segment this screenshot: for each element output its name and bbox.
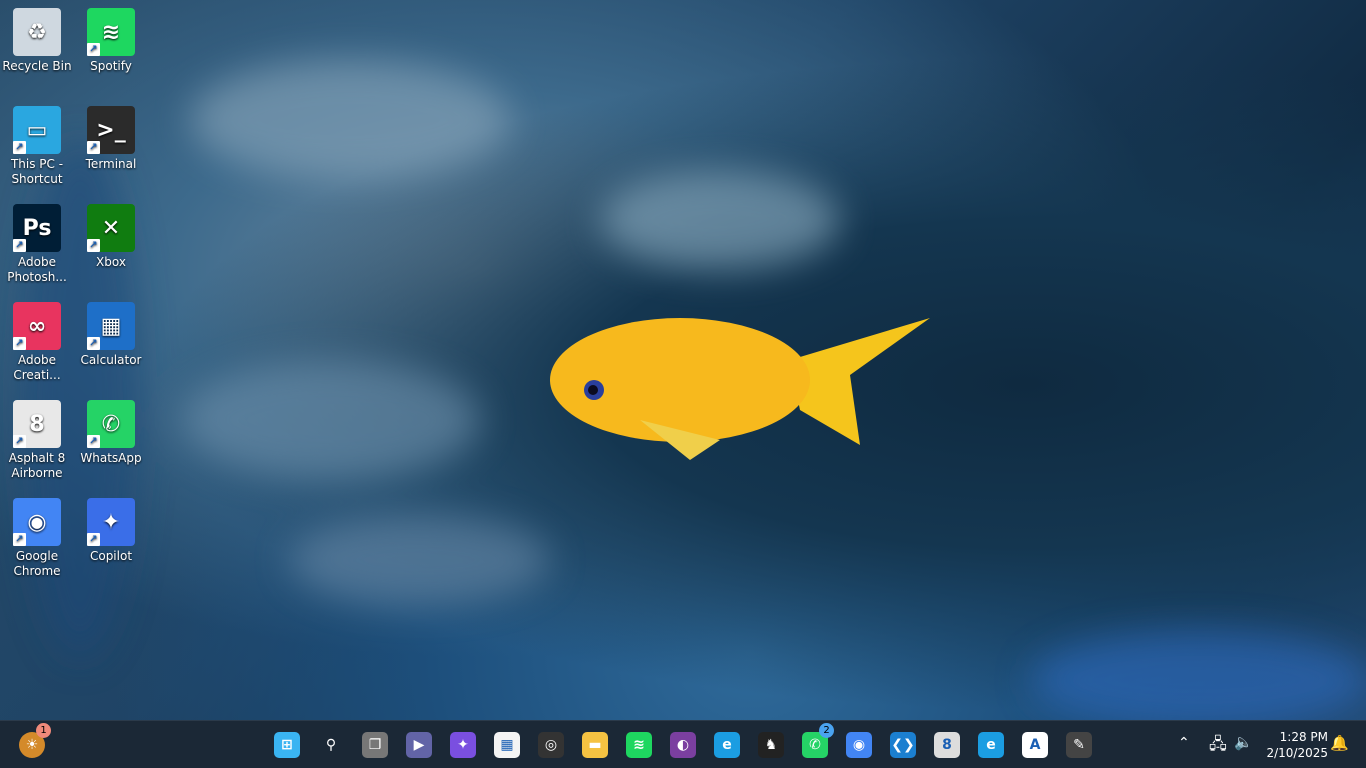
widget-badge: 1 [36,723,51,738]
edge-profile-button[interactable]: e [711,729,743,761]
game-icon: ♞ [758,732,784,758]
desktop-icon-label: Copilot [89,549,133,563]
creative-cloud-icon: ∞ ↗ [13,302,61,350]
start-button[interactable]: ⊞ [271,729,303,761]
clock-date: 2/10/2025 [1266,746,1328,760]
file-explorer-icon: ▬ [582,732,608,758]
chrome-button[interactable]: ◉ [843,729,875,761]
asphalt-button[interactable]: 8 [931,729,963,761]
desktop-icon-label: Adobe Photosh... [7,255,67,284]
desktop-wallpaper [0,0,1366,720]
photoshop-icon: Ps ↗ [13,204,61,252]
desktop-icon-label: Asphalt 8 Airborne [8,451,66,480]
desktop-icon-label: Google Chrome [13,549,61,578]
copilot-icon: ✦ ↗ [87,498,135,546]
search-icon: ⚲ [325,737,337,753]
chrome-icon: ◉ ↗ [13,498,61,546]
desktop-icon[interactable]: ∞ ↗ Adobe Creati... [0,302,74,383]
desktop-icon-label: This PC - Shortcut [10,157,64,186]
desktop-icon-label: Recycle Bin [2,59,72,73]
notification-bell-icon[interactable]: 🔔 [1330,734,1349,752]
shortcut-arrow-icon: ↗ [13,435,26,448]
edge-icon: e [978,732,1004,758]
app-a-icon: A [1022,732,1048,758]
edge-profile-icon: e [714,732,740,758]
microsoft-store-icon: ▦ [494,732,520,758]
spotify-icon: ≋ [626,732,652,758]
shortcut-arrow-icon: ↗ [87,43,100,56]
shortcut-arrow-icon: ↗ [87,533,100,546]
teams-meet-button[interactable]: ▶ [403,729,435,761]
desktop-icon-label: Adobe Creati... [13,353,61,382]
notes-app-button[interactable]: ✎ [1063,729,1095,761]
edge-button[interactable]: e [975,729,1007,761]
desktop-icon-label: Terminal [85,157,137,171]
obs-icon: ◎ [538,732,564,758]
obs-button[interactable]: ◎ [535,729,567,761]
shortcut-arrow-icon: ↗ [87,337,100,350]
desktop-icon[interactable]: ♻ Recycle Bin [0,8,74,74]
clock-time: 1:28 PM [1279,730,1328,744]
github-icon: ◐ [670,732,696,758]
show-hidden-icons-button[interactable]: ⌃ [1178,735,1190,751]
vscode-icon: ❮❯ [890,732,916,758]
shortcut-arrow-icon: ↗ [13,533,26,546]
recycle-bin-icon: ♻ [13,8,61,56]
shortcut-arrow-icon: ↗ [13,141,26,154]
calculator-icon: ▦ ↗ [87,302,135,350]
teams-meet-icon: ▶ [406,732,432,758]
microsoft-store-button[interactable]: ▦ [491,729,523,761]
desktop-icon[interactable]: ▦ ↗ Calculator [74,302,148,368]
chrome-icon: ◉ [846,732,872,758]
desktop-icon[interactable]: ✦ ↗ Copilot [74,498,148,564]
desktop-icon[interactable]: ▭ ↗ This PC - Shortcut [0,106,74,187]
computer-icon: ▭ ↗ [13,106,61,154]
asphalt-icon: 8 [934,732,960,758]
start-icon: ⊞ [274,732,300,758]
clock[interactable]: 1:28 PM 2/10/2025 [1262,729,1328,761]
github-button[interactable]: ◐ [667,729,699,761]
shortcut-arrow-icon: ↗ [13,337,26,350]
copilot-icon: ✦ [450,732,476,758]
task-view-icon: ❐ [362,732,388,758]
game-button[interactable]: ♞ [755,729,787,761]
file-explorer-button[interactable]: ▬ [579,729,611,761]
shortcut-arrow-icon: ↗ [13,239,26,252]
spotify-button[interactable]: ≋ [623,729,655,761]
volume-icon[interactable]: 🔈 [1234,733,1253,751]
shortcut-arrow-icon: ↗ [87,239,100,252]
desktop-icon[interactable]: ≋ ↗ Spotify [74,8,148,74]
app-a-button[interactable]: A [1019,729,1051,761]
desktop-icon[interactable]: ✆ ↗ WhatsApp [74,400,148,466]
shortcut-arrow-icon: ↗ [87,435,100,448]
desktop-icon[interactable]: Ps ↗ Adobe Photosh... [0,204,74,285]
search-button[interactable]: ⚲ [315,729,347,761]
whatsapp-icon: ✆ ↗ [87,400,135,448]
desktop-icon[interactable]: 8 ↗ Asphalt 8 Airborne [0,400,74,481]
taskbar: ☀ 1 ⊞ ⚲ ❐ ▶ ✦ ▦ ◎ ▬ ≋ ◐ e ♞ ✆ 2 ◉ ❮❯ 8 e A ✎ ⌃ 🖧 🔈 1:28 PM … [0,720,1366,768]
notification-badge: 2 [819,723,834,738]
whatsapp-button[interactable]: ✆ 2 [799,723,834,761]
desktop-icon-label: WhatsApp [80,451,142,465]
xbox-icon: ✕ ↗ [87,204,135,252]
spotify-icon: ≋ ↗ [87,8,135,56]
desktop-icon[interactable]: ◉ ↗ Google Chrome [0,498,74,579]
desktop-icon-label: Calculator [80,353,142,367]
notes-app-icon: ✎ [1066,732,1092,758]
desktop-icon[interactable]: ✕ ↗ Xbox [74,204,148,270]
desktop-icon-label: Spotify [90,59,132,73]
task-view-button[interactable]: ❐ [359,729,391,761]
shortcut-arrow-icon: ↗ [87,141,100,154]
desktop-icon[interactable]: >_ ↗ Terminal [74,106,148,172]
vscode-button[interactable]: ❮❯ [887,729,919,761]
widgets-button[interactable]: ☀ 1 [16,723,51,761]
network-icon[interactable]: 🖧 [1209,733,1227,760]
desktop-icon-label: Xbox [96,255,126,269]
asphalt-icon: 8 ↗ [13,400,61,448]
copilot-button[interactable]: ✦ [447,729,479,761]
terminal-icon: >_ ↗ [87,106,135,154]
fish-wallpaper-image [20,60,1366,720]
